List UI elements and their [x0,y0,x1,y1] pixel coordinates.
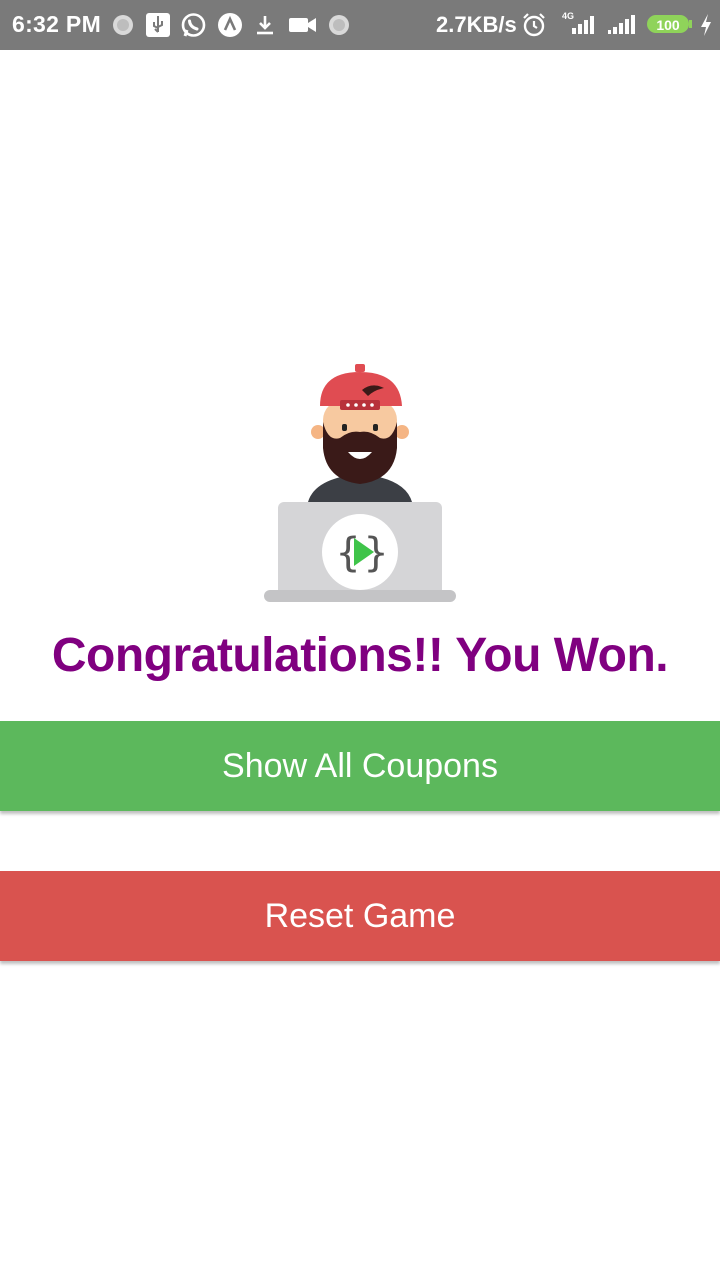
circle-icon [111,12,135,38]
battery-level: 100 [656,17,680,33]
show-all-coupons-button[interactable]: Show All Coupons [0,721,720,811]
a-icon [217,12,243,38]
whatsapp-icon [180,12,207,38]
video-icon [288,12,318,38]
alarm-icon [521,12,547,38]
network-type-label: 4G [562,11,574,21]
network-speed: 2.7KB/s [436,12,517,37]
status-bar: 6:32 PM 2.7KB/s 4G 100 [0,0,720,50]
signal-icon [606,10,638,36]
congratulations-heading: Congratulations!! You Won. [51,629,669,682]
status-time: 6:32 PM [12,11,102,37]
battery-icon: 100 [647,15,689,33]
download-icon [254,12,276,38]
reset-game-button[interactable]: Reset Game [0,871,720,961]
developer-illustration: { } [260,360,460,608]
usb-icon [145,12,171,38]
signal-icon: 4G [560,10,602,36]
battery-cap [689,20,692,28]
circle-icon [327,12,351,38]
charging-icon [698,12,714,38]
